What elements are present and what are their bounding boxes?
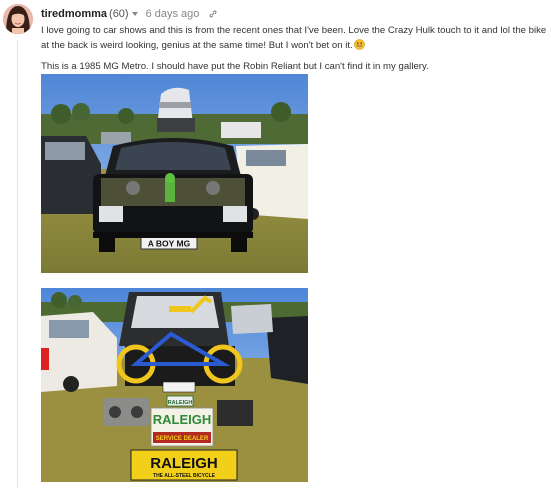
- timestamp[interactable]: 6 days ago: [146, 8, 200, 20]
- avatar-image: [3, 4, 33, 34]
- raleigh-bicycle-sign-sub: THE ALL-STEEL BICYCLE: [153, 473, 216, 479]
- photo-raleigh-display[interactable]: RALEIGH RALEIGH SERVICE DEALER RALEIGH T…: [41, 288, 308, 482]
- avatar[interactable]: [3, 4, 33, 34]
- raleigh-service-sign-sub: SERVICE DEALER: [156, 436, 209, 442]
- comment-paragraph-1: I love going to car shows and this is fr…: [41, 24, 547, 55]
- license-plate: A BOY MG: [148, 239, 191, 249]
- small-raleigh-sign: RALEIGH: [168, 400, 193, 406]
- mg-metro-image: A BOY MG: [41, 74, 308, 273]
- link-icon[interactable]: [208, 9, 218, 19]
- username-link[interactable]: tiredmomma: [41, 8, 107, 20]
- reputation: (60): [109, 8, 129, 20]
- photo-mg-metro[interactable]: A BOY MG: [41, 74, 308, 273]
- chevron-down-icon[interactable]: [131, 12, 138, 16]
- comment-paragraph-2: This is a 1985 MG Metro. I should have p…: [41, 61, 429, 72]
- grin-emoji-icon: [353, 38, 365, 56]
- raleigh-bicycle-sign-title: RALEIGH: [150, 455, 218, 472]
- comment-header: tiredmomma (60) 6 days ago: [41, 7, 218, 21]
- thread-line[interactable]: [17, 40, 18, 488]
- raleigh-service-sign-title: RALEIGH: [153, 412, 212, 427]
- raleigh-display-image: RALEIGH RALEIGH SERVICE DEALER RALEIGH T…: [41, 288, 308, 482]
